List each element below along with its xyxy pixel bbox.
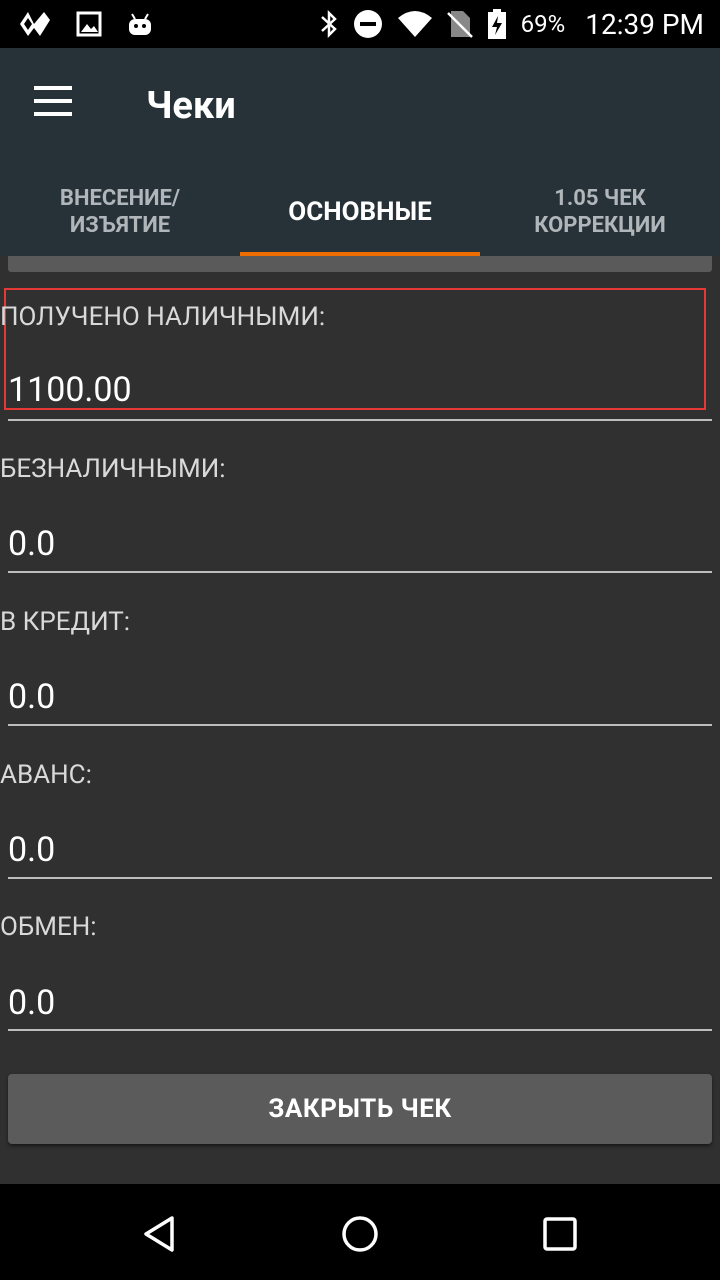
exchange-label: ОБМЕН: xyxy=(0,912,97,942)
tab-bar: ВНЕСЕНИЕ/ ИЗЪЯТИЕ ОСНОВНЫЕ 1.05 ЧЕК КОРР… xyxy=(0,168,720,256)
status-bar: 69% 12:39 PM xyxy=(0,0,720,48)
advance-input-underline xyxy=(8,877,712,879)
battery-level: 69% xyxy=(520,10,566,38)
tab-correction-receipt[interactable]: 1.05 ЧЕК КОРРЕКЦИИ xyxy=(480,168,720,256)
cashless-input[interactable]: 0.0 xyxy=(8,524,55,564)
hamburger-menu-icon[interactable] xyxy=(34,86,78,126)
no-sim-icon xyxy=(446,11,473,38)
image-icon xyxy=(76,11,102,37)
clock: 12:39 PM xyxy=(585,7,704,41)
exchange-input[interactable]: 0.0 xyxy=(8,983,55,1023)
tab-deposit-withdrawal[interactable]: ВНЕСЕНИЕ/ ИЗЪЯТИЕ xyxy=(0,168,240,256)
advance-input[interactable]: 0.0 xyxy=(8,830,55,870)
exchange-input-underline xyxy=(8,1029,712,1031)
wifi-icon xyxy=(397,11,432,37)
app-bar: Чеки ВНЕСЕНИЕ/ ИЗЪЯТИЕ ОСНОВНЫЕ 1.05 ЧЕК… xyxy=(0,48,720,256)
tab-main[interactable]: ОСНОВНЫЕ xyxy=(240,168,480,256)
android-icon xyxy=(129,13,151,35)
app-logo-icon xyxy=(20,12,50,36)
bluetooth-icon xyxy=(320,9,337,39)
page-title: Чеки xyxy=(146,84,236,128)
battery-charging-icon xyxy=(487,9,506,39)
cash-input[interactable]: 1100.00 xyxy=(8,370,132,410)
home-icon[interactable] xyxy=(340,1214,380,1254)
advance-label: АВАНС: xyxy=(0,760,92,790)
credit-input-underline xyxy=(8,724,712,726)
close-receipt-button[interactable]: ЗАКРЫТЬ ЧЕК xyxy=(8,1074,712,1144)
navigation-bar xyxy=(0,1184,720,1280)
credit-input[interactable]: 0.0 xyxy=(8,677,55,717)
cash-label: ПОЛУЧЕНО НАЛИЧНЫМИ: xyxy=(0,302,326,332)
recents-icon[interactable] xyxy=(540,1214,580,1254)
partial-button-top[interactable] xyxy=(8,256,712,272)
do-not-disturb-icon xyxy=(353,10,382,38)
cash-input-underline xyxy=(8,419,712,421)
cashless-input-underline xyxy=(8,571,712,573)
credit-label: В КРЕДИТ: xyxy=(0,607,131,637)
cashless-label: БЕЗНАЛИЧНЫМИ: xyxy=(0,454,226,484)
form-content: ПОЛУЧЕНО НАЛИЧНЫМИ: 1100.00 БЕЗНАЛИЧНЫМИ… xyxy=(0,256,720,1160)
back-icon[interactable] xyxy=(140,1214,180,1254)
